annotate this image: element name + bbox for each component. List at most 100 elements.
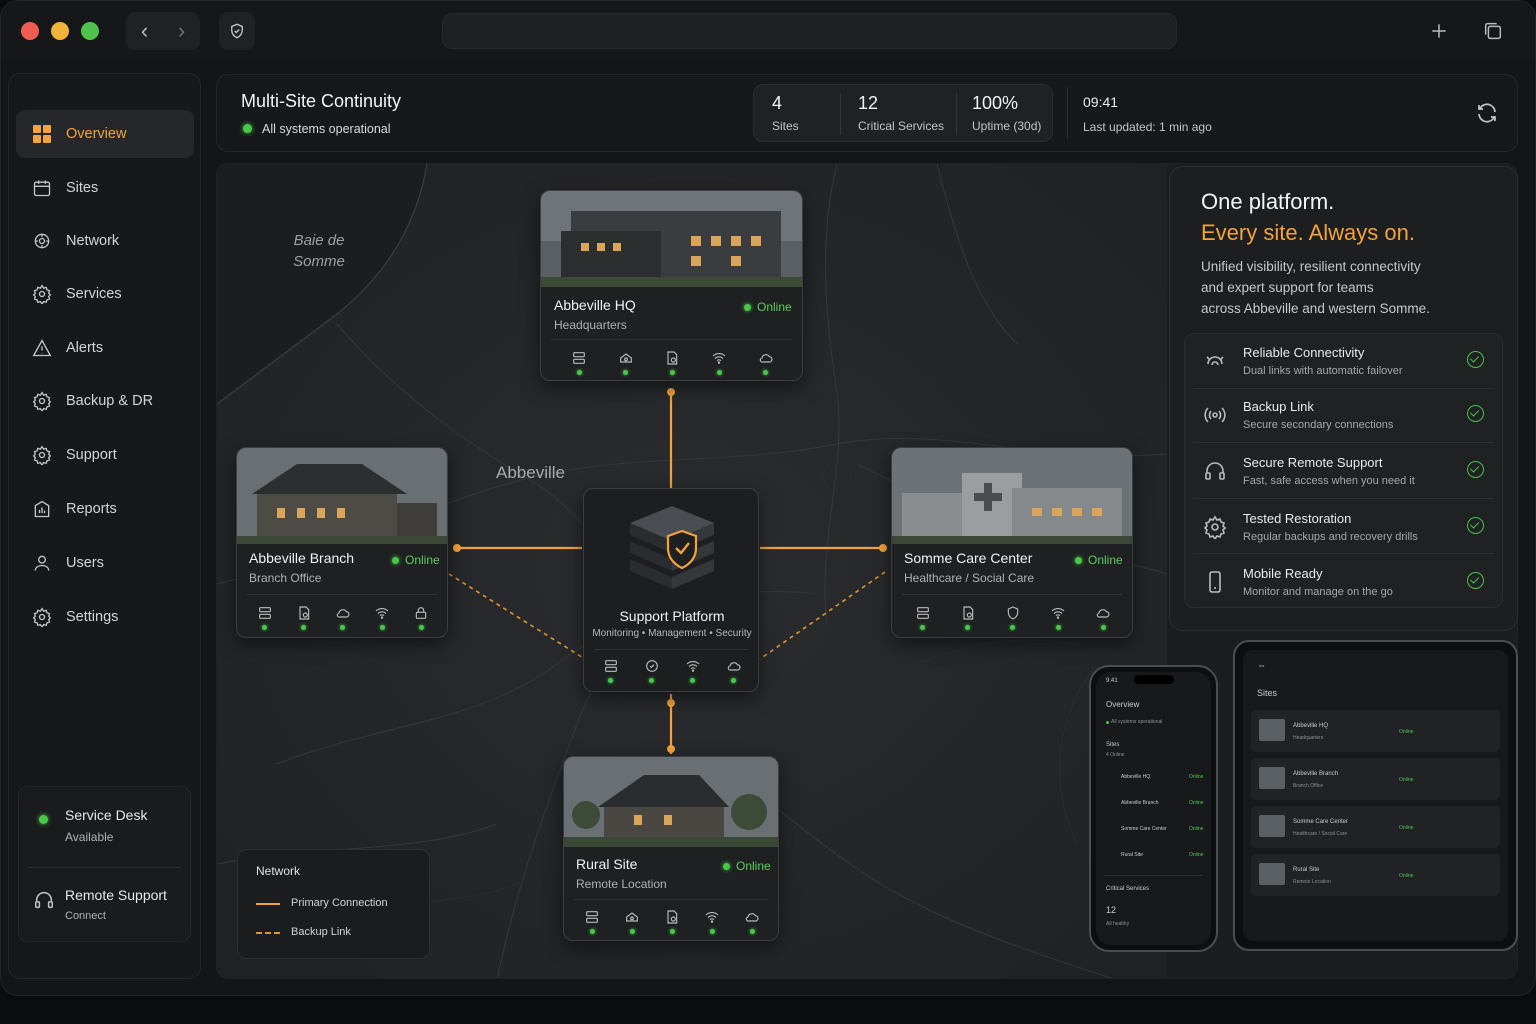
- feature-item: Tested Restoration Regular backups and r…: [1185, 500, 1502, 555]
- stat-uptime: 100% Uptime (30d): [972, 93, 1041, 133]
- settings-icon: [32, 607, 52, 627]
- status-badge: Online: [723, 859, 771, 873]
- refresh-button[interactable]: [1475, 101, 1501, 127]
- forward-arrow-icon[interactable]: ›: [178, 20, 185, 42]
- site-thumb: [1259, 863, 1285, 885]
- new-tab-icon[interactable]: [1426, 18, 1452, 44]
- site-type: Branch Office: [1293, 783, 1324, 789]
- site-service-icons: [572, 909, 772, 934]
- tablet-site-row: Rural Site Remote Location Online: [1251, 854, 1500, 896]
- last-updated: Last updated: 1 min ago: [1083, 120, 1212, 134]
- site-photo: [237, 448, 447, 544]
- panel-headline: One platform.: [1201, 189, 1335, 214]
- site-type: Headquarters: [554, 318, 627, 332]
- phone-site-status: Online: [1189, 800, 1204, 806]
- status-badge: Online: [744, 300, 792, 314]
- remote-support-button[interactable]: Remote Support Connect: [19, 871, 190, 939]
- document-icon: [657, 909, 687, 934]
- sidebar-item-label: Network: [66, 233, 120, 249]
- sidebar-item-label: Overview: [66, 126, 127, 142]
- site-card-somme-care-center[interactable]: Somme Care Center Online Healthcare / So…: [891, 447, 1133, 638]
- phone-critical-label: Critical Services: [1106, 886, 1150, 892]
- sidebar-item-support[interactable]: Support: [16, 431, 194, 479]
- check-icon: [1467, 461, 1484, 478]
- phone-mockup: 9:41 Overview All systems operational Si…: [1089, 665, 1218, 952]
- site-name: Rural Site: [576, 856, 638, 872]
- divider: [594, 649, 748, 650]
- phone-sites-label: Sites: [1106, 742, 1120, 748]
- sidebar-item-users[interactable]: Users: [16, 539, 194, 587]
- sidebar-item-backup[interactable]: Backup & DR: [16, 377, 194, 425]
- network-icon: [34, 233, 50, 249]
- site-card-abbeville-hq[interactable]: Abbeville HQ Online Headquarters: [540, 190, 803, 381]
- phone-site-row: Rural Site: [1121, 852, 1143, 858]
- server-icon: [250, 605, 280, 630]
- sidebar-item-label: Backup & DR: [66, 393, 154, 409]
- sidebar-item-label: Reports: [66, 501, 117, 517]
- site-card-abbeville-branch[interactable]: Abbeville Branch Online Branch Office: [236, 447, 448, 638]
- back-arrow-icon[interactable]: ‹: [141, 20, 148, 42]
- title-bar: ‹ ›: [1, 1, 1535, 61]
- divider: [1067, 87, 1068, 139]
- shield-icon: [231, 23, 243, 39]
- remote-support-action: Connect: [65, 910, 106, 922]
- phone-site-status: Online: [1189, 826, 1204, 832]
- tabs-overview-icon[interactable]: [1480, 18, 1506, 44]
- support-platform-hub[interactable]: Support Platform Monitoring • Management…: [583, 488, 759, 692]
- site-name: Abbeville Branch: [249, 550, 355, 566]
- close-window-button[interactable]: [21, 22, 39, 40]
- mobile-icon: [1209, 571, 1221, 593]
- system-status: All systems operational: [262, 122, 391, 136]
- cloud-lock-icon: [611, 350, 641, 375]
- maximize-window-button[interactable]: [81, 22, 99, 40]
- sidebar-item-settings[interactable]: Settings: [16, 593, 194, 641]
- site-status: Online: [1399, 825, 1414, 831]
- page-header: Multi-Site Continuity All systems operat…: [216, 74, 1518, 152]
- sidebar-item-overview[interactable]: Overview: [16, 110, 194, 158]
- sidebar-item-services[interactable]: Services: [16, 270, 194, 318]
- sidebar-item-sites[interactable]: Sites: [16, 164, 194, 212]
- divider: [956, 93, 957, 135]
- tablet-screen: ⇔ Sites Abbeville HQ Headquarters Online…: [1243, 650, 1508, 941]
- legend-primary-swatch: [256, 903, 280, 905]
- site-service-icons: [245, 605, 441, 630]
- legend-primary-label: Primary Connection: [291, 897, 388, 909]
- wifi-icon: [704, 350, 734, 375]
- shield-button[interactable]: [219, 12, 255, 50]
- site-service-icons: [900, 605, 1126, 630]
- site-card-rural-site[interactable]: Rural Site Online Remote Location: [563, 756, 779, 941]
- stats-group: 4 Sites 12 Critical Services 100% Uptime…: [753, 84, 1053, 142]
- remote-support-title: Remote Support: [65, 887, 167, 903]
- shield-stack-icon: [630, 506, 714, 589]
- site-status: Online: [1399, 729, 1414, 735]
- stat-label: Critical Services: [858, 119, 945, 133]
- divider: [551, 339, 792, 340]
- site-name: Abbeville HQ: [1293, 723, 1329, 729]
- service-desk-title: Service Desk: [65, 807, 148, 823]
- check-icon: [1467, 405, 1484, 422]
- hub-service-icons: [590, 658, 754, 683]
- feature-item: Backup Link Secure secondary connections: [1185, 388, 1502, 443]
- reports-icon: [34, 500, 50, 518]
- address-bar[interactable]: [442, 13, 1177, 49]
- feature-list: Reliable Connectivity Dual links with au…: [1184, 333, 1503, 608]
- site-type: Remote Location: [1293, 879, 1331, 885]
- cloud-icon: [328, 605, 358, 630]
- status-badge: Online: [392, 553, 440, 567]
- document-icon: [953, 605, 983, 630]
- sidebar-item-reports[interactable]: Reports: [16, 485, 194, 533]
- phone-site-row: Somme Care Center: [1121, 826, 1167, 832]
- feature-title: Tested Restoration: [1243, 511, 1352, 526]
- feature-item: Reliable Connectivity Dual links with au…: [1185, 334, 1502, 389]
- site-type: Headquarters: [1293, 735, 1324, 741]
- sidebar-item-alerts[interactable]: Alerts: [16, 324, 194, 372]
- backup-icon: [32, 391, 52, 411]
- cloud-icon: [751, 350, 781, 375]
- sidebar-item-label: Services: [66, 286, 122, 302]
- app-window: ‹ › Overview Sites Network Services Aler…: [0, 0, 1536, 996]
- site-type: Branch Office: [249, 571, 322, 585]
- minimize-window-button[interactable]: [51, 22, 69, 40]
- phone-title: Overview: [1106, 700, 1140, 709]
- site-type: Healthcare / Social Care: [1293, 831, 1348, 837]
- sidebar-item-network[interactable]: Network: [16, 217, 194, 265]
